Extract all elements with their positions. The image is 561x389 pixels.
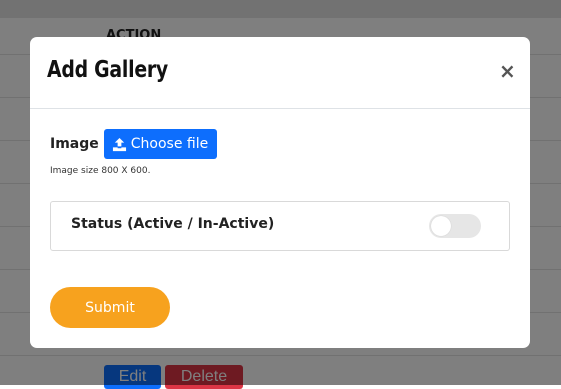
image-size-hint: Image size 800 X 600. <box>50 166 151 176</box>
add-gallery-modal: Add Gallery × Image Choose file Image si… <box>30 37 530 348</box>
choose-file-button[interactable]: Choose file <box>103 129 218 159</box>
modal-title: Add Gallery <box>47 57 168 83</box>
modal-header: Add Gallery × <box>30 37 530 109</box>
upload-icon <box>112 137 127 152</box>
close-icon[interactable]: × <box>499 61 516 81</box>
image-label: Image <box>50 136 99 152</box>
submit-button[interactable]: Submit <box>50 287 170 328</box>
choose-file-label: Choose file <box>130 136 209 152</box>
status-field: Status (Active / In-Active) <box>50 201 510 251</box>
status-toggle[interactable] <box>429 214 481 238</box>
toggle-knob <box>431 216 451 236</box>
image-field: Image Choose file <box>50 129 218 159</box>
status-label: Status (Active / In-Active) <box>71 216 275 232</box>
